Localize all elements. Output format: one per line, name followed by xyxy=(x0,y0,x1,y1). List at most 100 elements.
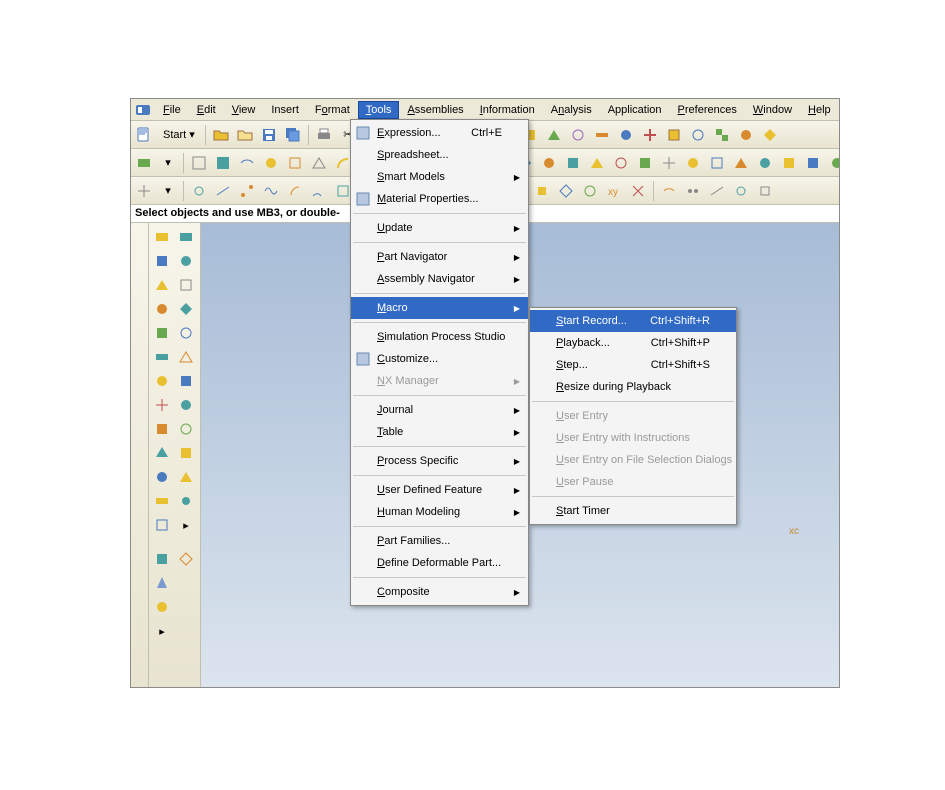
menu-item-part-families[interactable]: Part Families... xyxy=(351,530,528,552)
menu-item-customize[interactable]: Customize... xyxy=(351,348,528,370)
menu-help[interactable]: Help xyxy=(800,101,839,119)
open-icon[interactable] xyxy=(210,124,232,146)
tool-icon[interactable] xyxy=(175,466,197,488)
tool-icon[interactable] xyxy=(151,274,173,296)
tool-icon[interactable] xyxy=(175,346,197,368)
folder-icon[interactable] xyxy=(234,124,256,146)
menu-item-macro[interactable]: Macro▶ xyxy=(351,297,528,319)
tool-icon[interactable] xyxy=(175,250,197,272)
toolbar-icon[interactable] xyxy=(260,180,282,202)
menu-format[interactable]: Format xyxy=(307,101,358,119)
toolbar-icon[interactable] xyxy=(682,180,704,202)
menu-item-expression[interactable]: Expression...Ctrl+E xyxy=(351,122,528,144)
menu-item-composite[interactable]: Composite▶ xyxy=(351,581,528,603)
tool-icon[interactable] xyxy=(151,346,173,368)
toolbar-icon[interactable] xyxy=(663,124,685,146)
menu-item-smart-models[interactable]: Smart Models▶ xyxy=(351,166,528,188)
menu-preferences[interactable]: Preferences xyxy=(670,101,745,119)
toolbar-icon[interactable] xyxy=(567,124,589,146)
tool-icon[interactable] xyxy=(151,394,173,416)
menu-item-start-timer[interactable]: Start Timer xyxy=(530,500,736,522)
toolbar-icon[interactable] xyxy=(284,152,306,174)
toolbar-icon[interactable] xyxy=(759,124,781,146)
menu-item-journal[interactable]: Journal▶ xyxy=(351,399,528,421)
menu-item-playback[interactable]: Playback...Ctrl+Shift+P xyxy=(530,332,736,354)
menu-item-part-navigator[interactable]: Part Navigator▶ xyxy=(351,246,528,268)
menu-item-step[interactable]: Step...Ctrl+Shift+S xyxy=(530,354,736,376)
chevron-right-icon[interactable]: ▸ xyxy=(151,620,173,642)
start-button[interactable]: Start ▾ xyxy=(157,124,201,146)
toolbar-icon[interactable] xyxy=(682,152,704,174)
toolbar-icon[interactable] xyxy=(236,152,258,174)
toolbar-icon[interactable] xyxy=(212,152,234,174)
menu-item-spreadsheet[interactable]: Spreadsheet... xyxy=(351,144,528,166)
menu-item-resize-during-playback[interactable]: Resize during Playback xyxy=(530,376,736,398)
toolbar-icon[interactable] xyxy=(802,152,824,174)
chevron-right-icon[interactable]: ▸ xyxy=(175,514,197,536)
toolbar-icon[interactable] xyxy=(555,180,577,202)
toolbar-icon[interactable] xyxy=(706,180,728,202)
print-icon[interactable] xyxy=(313,124,335,146)
toolbar-icon[interactable] xyxy=(687,124,709,146)
menu-edit[interactable]: Edit xyxy=(189,101,224,119)
chevron-down-icon[interactable]: ▾ xyxy=(157,152,179,174)
tool-icon[interactable] xyxy=(151,226,173,248)
toolbar-icon[interactable] xyxy=(531,180,553,202)
menu-view[interactable]: View xyxy=(224,101,264,119)
menu-item-start-record[interactable]: Start Record...Ctrl+Shift+R xyxy=(530,310,736,332)
new-icon[interactable] xyxy=(133,124,155,146)
toolbar-icon[interactable] xyxy=(706,152,728,174)
toolbar-icon[interactable] xyxy=(711,124,733,146)
toolbar-icon[interactable] xyxy=(308,180,330,202)
toolbar-icon[interactable] xyxy=(591,124,613,146)
toolbar-icon[interactable] xyxy=(610,152,632,174)
toolbar-icon[interactable] xyxy=(730,180,752,202)
tool-icon[interactable] xyxy=(175,490,197,512)
toolbar-icon[interactable] xyxy=(586,152,608,174)
menu-application[interactable]: Application xyxy=(600,101,670,119)
toolbar-icon[interactable] xyxy=(579,180,601,202)
menu-item-material-properties[interactable]: Material Properties... xyxy=(351,188,528,210)
menu-item-user-defined-feature[interactable]: User Defined Feature▶ xyxy=(351,479,528,501)
tool-icon[interactable] xyxy=(175,226,197,248)
menu-information[interactable]: Information xyxy=(472,101,543,119)
toolbar-icon[interactable] xyxy=(133,152,155,174)
toolbar-icon[interactable] xyxy=(615,124,637,146)
tool-icon[interactable] xyxy=(151,548,173,570)
toolbar-icon[interactable] xyxy=(658,180,680,202)
menu-item-table[interactable]: Table▶ xyxy=(351,421,528,443)
toolbar-icon[interactable] xyxy=(639,124,661,146)
menu-insert[interactable]: Insert xyxy=(263,101,307,119)
save-all-icon[interactable] xyxy=(282,124,304,146)
tool-icon[interactable] xyxy=(175,418,197,440)
tool-icon[interactable] xyxy=(151,322,173,344)
toolbar-icon[interactable] xyxy=(658,152,680,174)
toolbar-icon[interactable] xyxy=(284,180,306,202)
menu-file[interactable]: File xyxy=(155,101,189,119)
tool-icon[interactable] xyxy=(175,442,197,464)
menu-item-update[interactable]: Update▶ xyxy=(351,217,528,239)
toolbar-icon[interactable] xyxy=(538,152,560,174)
cone-icon[interactable] xyxy=(151,572,173,594)
toolbar-icon[interactable] xyxy=(826,152,839,174)
toolbar-icon[interactable] xyxy=(735,124,757,146)
menu-item-simulation-process-studio[interactable]: Simulation Process Studio xyxy=(351,326,528,348)
toolbar-icon[interactable] xyxy=(627,180,649,202)
toolbar-icon[interactable] xyxy=(212,180,234,202)
tool-icon[interactable] xyxy=(175,298,197,320)
menu-item-assembly-navigator[interactable]: Assembly Navigator▶ xyxy=(351,268,528,290)
toolbar-icon[interactable] xyxy=(562,152,584,174)
tool-icon[interactable] xyxy=(151,466,173,488)
menu-item-human-modeling[interactable]: Human Modeling▶ xyxy=(351,501,528,523)
toolbar-icon[interactable] xyxy=(236,180,258,202)
resource-bar[interactable] xyxy=(131,223,149,687)
tool-icon[interactable] xyxy=(151,250,173,272)
tool-icon[interactable] xyxy=(151,418,173,440)
tool-icon[interactable] xyxy=(151,298,173,320)
tool-icon[interactable] xyxy=(175,370,197,392)
toolbar-icon[interactable] xyxy=(188,152,210,174)
save-icon[interactable] xyxy=(258,124,280,146)
toolbar-icon[interactable] xyxy=(260,152,282,174)
toolbar-icon[interactable] xyxy=(754,152,776,174)
menu-item-define-deformable-part[interactable]: Define Deformable Part... xyxy=(351,552,528,574)
